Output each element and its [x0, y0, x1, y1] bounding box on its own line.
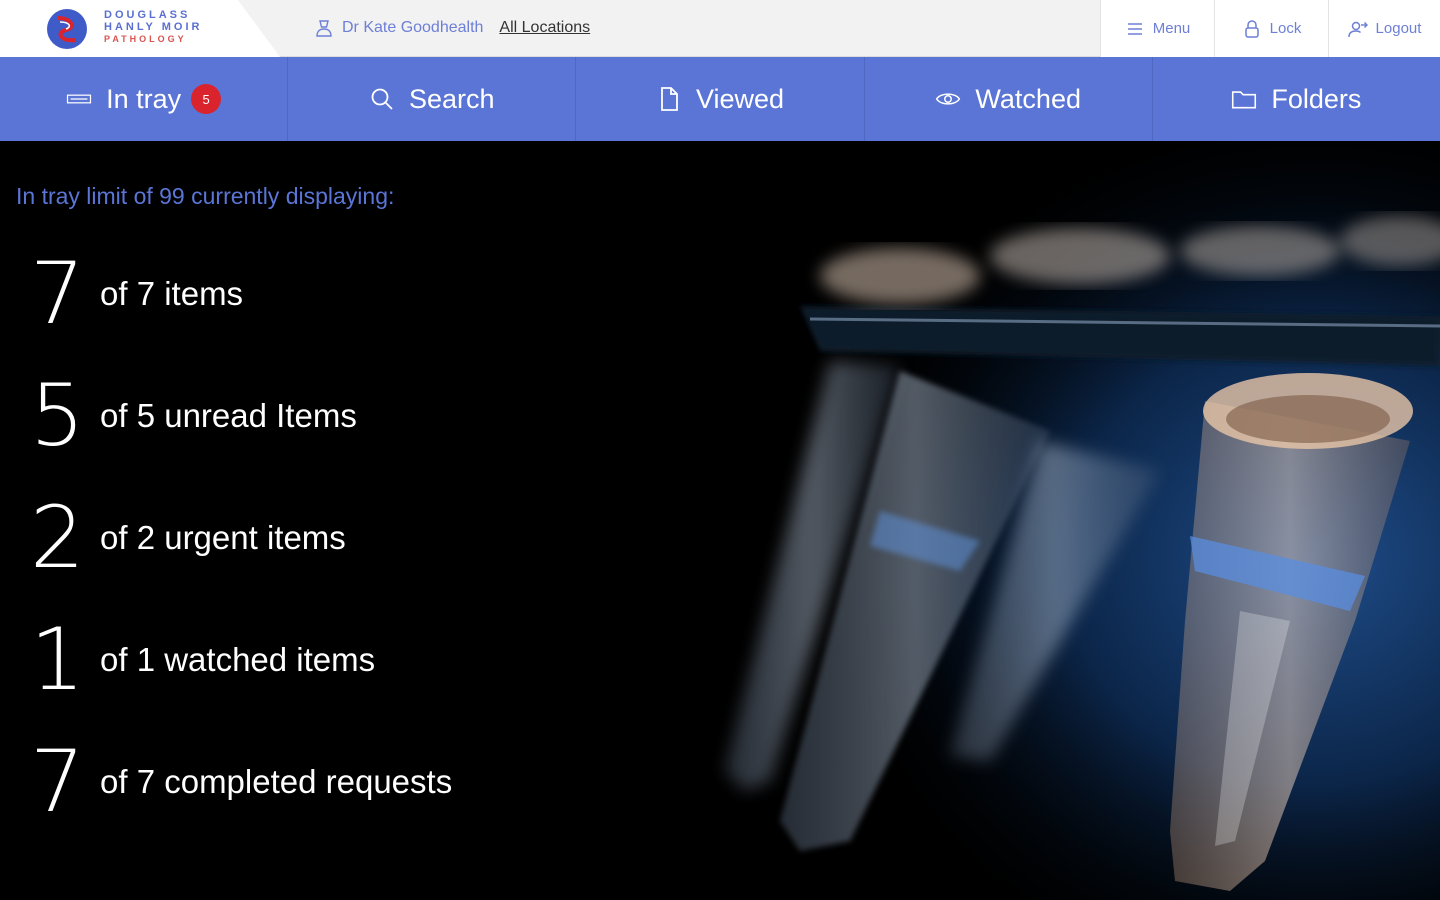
brand-line-3: PATHOLOGY — [104, 34, 187, 44]
stats-list: 7 of 7 items 5 of 5 unread Items 2 of 2 … — [30, 233, 452, 843]
stat-urgent[interactable]: 2 of 2 urgent items — [30, 477, 452, 599]
tab-folders[interactable]: Folders — [1153, 57, 1440, 141]
search-icon — [371, 88, 393, 110]
brand-line-1: DOUGLASS — [104, 9, 191, 21]
inbox-icon — [66, 94, 92, 104]
top-actions: Menu Lock Logout — [1100, 0, 1440, 57]
stat-unread-number: 5 — [30, 366, 85, 466]
menu-label: Menu — [1152, 20, 1191, 37]
main-nav: In tray 5 Search Viewed Watched Folders — [0, 57, 1440, 141]
stat-items-label: of 7 items — [100, 275, 244, 312]
stat-watched-label: of 1 watched items — [100, 641, 376, 678]
logo-panel: DOUGLASS HANLY MOIR PATHOLOGY — [0, 0, 280, 57]
stat-completed[interactable]: 7 of 7 completed requests — [30, 721, 452, 843]
stat-items-number: 7 — [30, 244, 85, 344]
user-icon — [316, 20, 332, 37]
all-locations-link[interactable]: All Locations — [499, 19, 590, 37]
user-area: Dr Kate Goodhealth All Locations — [314, 18, 590, 38]
stat-completed-number: 7 — [30, 732, 85, 832]
logout-icon — [1347, 21, 1368, 37]
tab-search[interactable]: Search — [288, 57, 577, 141]
brand-logo-icon — [47, 9, 87, 49]
tab-folders-label: Folders — [1271, 83, 1362, 114]
tab-in-tray[interactable]: In tray 5 — [0, 57, 289, 141]
menu-button[interactable]: Menu — [1100, 0, 1214, 57]
tab-viewed[interactable]: Viewed — [576, 57, 865, 141]
in-tray-summary: In tray limit of 99 currently displaying… — [0, 141, 1440, 900]
user-name[interactable]: Dr Kate Goodhealth — [342, 19, 483, 37]
eye-icon — [936, 93, 961, 105]
stat-urgent-number: 2 — [30, 488, 85, 588]
stat-completed-label: of 7 completed requests — [100, 763, 453, 800]
brand-wordmark: DOUGLASS HANLY MOIR PATHOLOGY — [104, 9, 202, 45]
document-icon — [661, 87, 678, 111]
logout-label: Logout — [1375, 20, 1422, 37]
tab-viewed-label: Viewed — [695, 83, 785, 114]
logout-button[interactable]: Logout — [1328, 0, 1440, 57]
tab-in-tray-label: In tray — [106, 83, 182, 114]
lock-button[interactable]: Lock — [1214, 0, 1328, 57]
folder-icon — [1232, 91, 1257, 109]
hamburger-icon — [1127, 22, 1142, 35]
tab-watched[interactable]: Watched — [865, 57, 1153, 141]
lock-icon — [1244, 19, 1259, 38]
stat-unread[interactable]: 5 of 5 unread Items — [30, 355, 452, 477]
stat-watched[interactable]: 1 of 1 watched items — [30, 599, 452, 721]
in-tray-limit-text: In tray limit of 99 currently displaying… — [16, 183, 395, 209]
brand-line-2: HANLY MOIR — [104, 21, 203, 33]
stat-unread-label: of 5 unread Items — [100, 397, 357, 434]
lock-label: Lock — [1269, 20, 1302, 37]
tab-watched-label: Watched — [975, 83, 1081, 114]
top-header: DOUGLASS HANLY MOIR PATHOLOGY Dr Kate Go… — [0, 0, 1440, 57]
in-tray-count-badge: 5 — [191, 84, 222, 114]
stat-items[interactable]: 7 of 7 items — [30, 233, 452, 355]
tab-search-label: Search — [409, 83, 495, 114]
stat-watched-number: 1 — [30, 610, 85, 710]
stat-urgent-label: of 2 urgent items — [100, 519, 346, 556]
